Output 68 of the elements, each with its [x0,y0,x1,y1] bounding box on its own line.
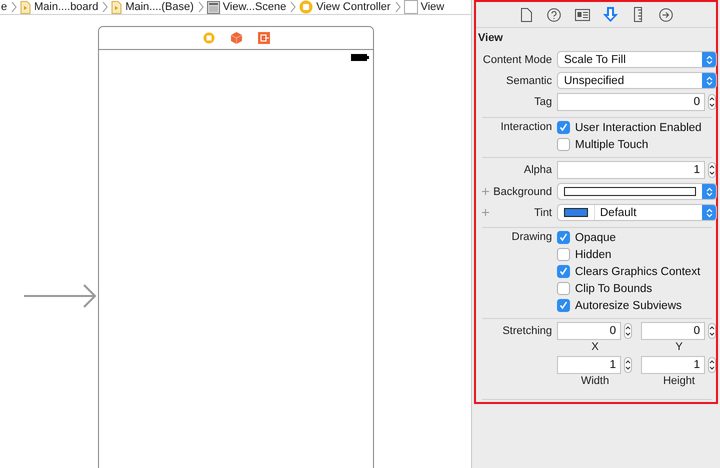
field-label: Interaction [500,121,552,133]
color-popup-button[interactable]: Default [557,204,717,221]
chevron-icon [290,1,296,13]
checkmark-icon [559,123,568,132]
number-field[interactable]: 1 [557,161,705,179]
connections-inspector-tab[interactable] [658,7,674,22]
breadcrumb-item[interactable]: View...Scene [222,1,286,13]
field-label: Tint [534,206,552,218]
help-inspector-tab[interactable] [546,7,562,22]
field-label: Semantic [506,74,552,86]
storyboard-file-icon [20,0,32,14]
checkbox[interactable]: Multiple Touch [557,138,712,151]
breadcrumb-item[interactable]: e [1,1,8,13]
color-popup-button[interactable] [557,183,717,200]
popup-button[interactable]: Unspecified [557,72,717,89]
up-down-arrow-icon [706,54,713,64]
chevron-icon [11,1,18,13]
file-inspector-tab[interactable] [518,7,534,22]
number-field[interactable]: 0 [557,322,621,340]
checkbox[interactable]: Clears Graphics Context [557,265,712,278]
stepper-icon[interactable] [708,357,716,373]
number-field[interactable]: 0 [557,93,705,111]
field-label: Stretching [502,324,552,337]
checkbox[interactable]: Clip To Bounds [557,282,712,295]
number-field[interactable]: 1 [641,356,705,374]
field-caption: Height [663,375,695,387]
storyboard-file-icon [111,0,122,14]
field-label: Tag [534,96,552,108]
stepper-icon[interactable] [708,162,716,178]
stepper-icon[interactable] [624,357,632,373]
breadcrumb-item[interactable]: View [420,1,444,13]
field-label: Alpha [524,164,552,176]
chevron-icon [394,1,401,13]
battery-icon [351,54,369,61]
checkmark-icon [559,301,568,310]
checkmark-icon [559,233,568,242]
section-title: View [477,31,504,46]
checkbox[interactable]: Opaque [557,231,712,244]
field-label: Drawing [512,231,552,243]
stepper-icon[interactable] [708,323,716,339]
field-label: Content Mode [482,54,552,66]
up-down-arrow-icon [706,76,713,86]
stepper-icon[interactable] [708,94,716,110]
checkmark-icon [559,267,568,276]
identity-inspector-tab[interactable] [574,7,590,22]
up-down-arrow-icon [706,186,713,196]
field-caption: Width [580,375,610,387]
up-down-arrow-icon [706,208,713,218]
cube-icon[interactable] [230,32,242,44]
scene-icon [206,0,220,14]
exit-icon[interactable] [258,32,270,44]
attributes-inspector-tab[interactable] [602,7,618,22]
field-caption: Y [675,341,683,353]
checkbox[interactable]: Hidden [557,248,712,261]
chevron-icon [198,1,204,13]
field-label: Background [493,186,552,198]
popup-button[interactable]: Scale To Fill [557,51,717,68]
breadcrumb-item[interactable]: Main....board [34,1,98,13]
chevron-icon [102,1,108,13]
field-caption: X [591,341,599,353]
checkbox[interactable]: User Interaction Enabled [557,121,712,134]
breadcrumb-item[interactable]: Main....(Base) [125,1,194,13]
number-field[interactable]: 1 [557,356,621,374]
checkbox[interactable]: Autoresize Subviews [557,299,712,312]
stepper-icon[interactable] [624,323,632,339]
breadcrumb-item[interactable]: View Controller [316,1,391,13]
number-field[interactable]: 0 [641,322,705,340]
entry-arrow-icon [24,283,97,309]
